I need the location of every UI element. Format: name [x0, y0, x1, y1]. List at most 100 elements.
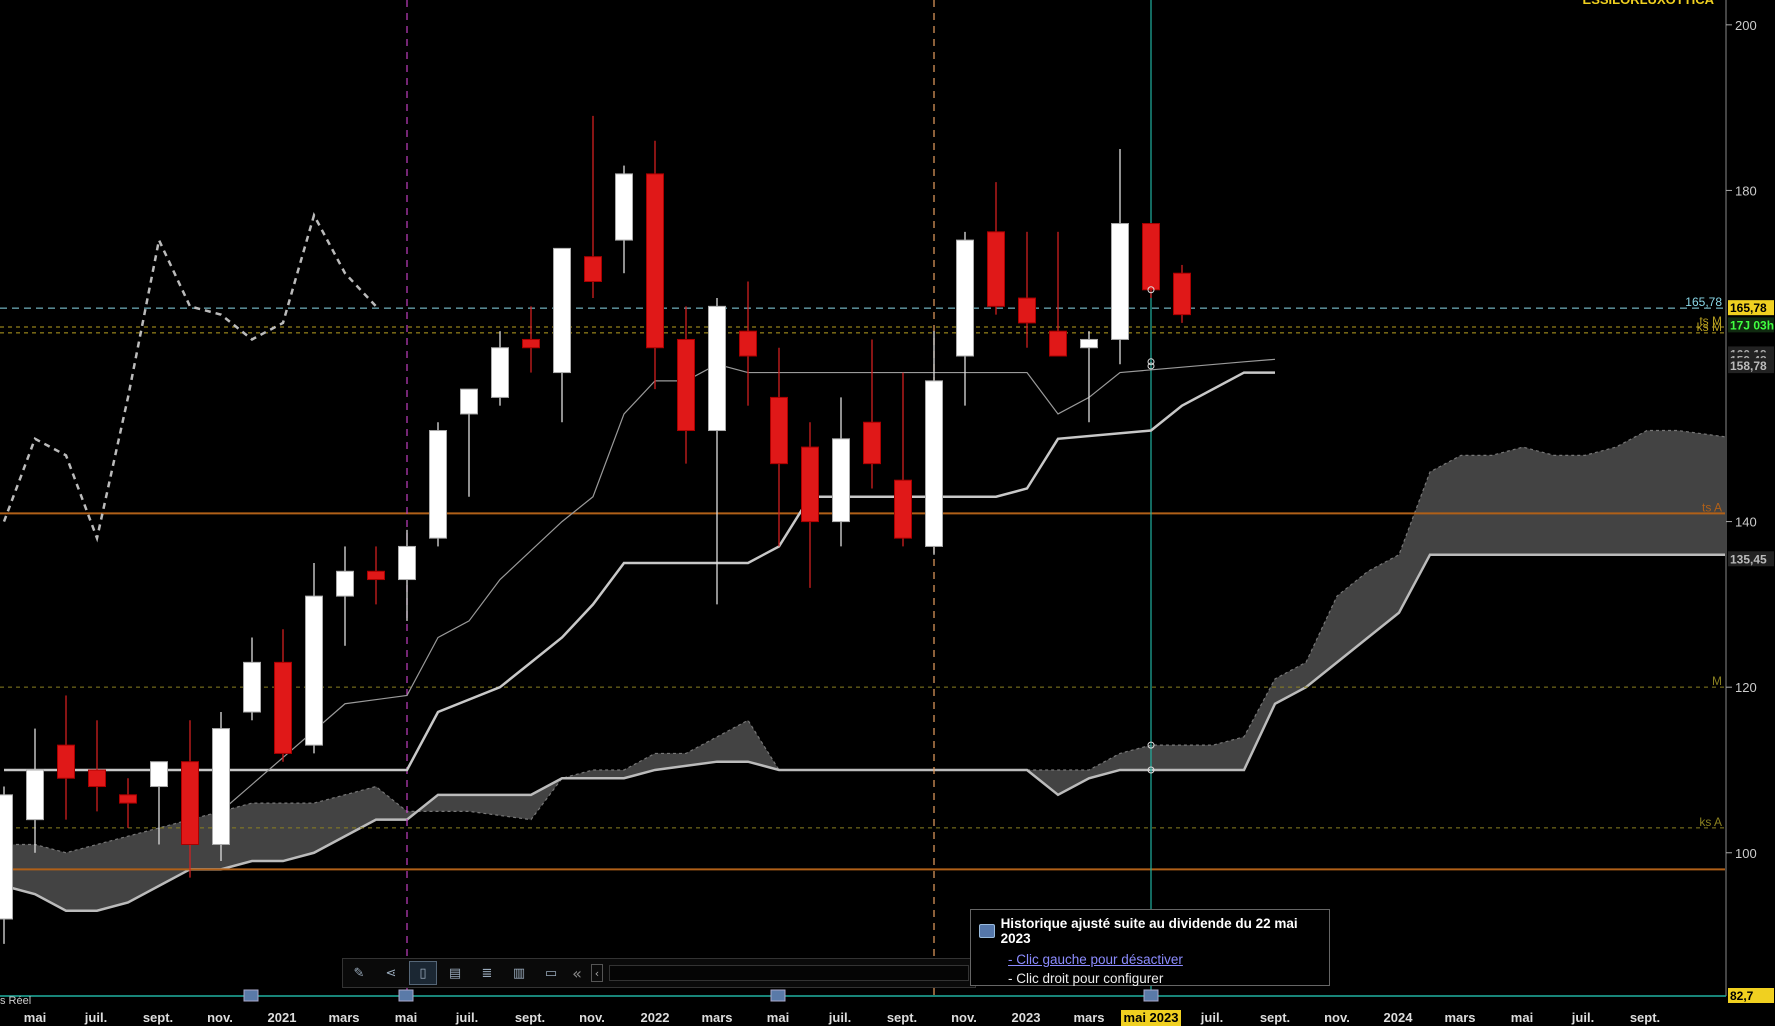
y-tick-label: 140 — [1735, 515, 1757, 530]
candle-body — [429, 430, 447, 539]
x-tick-label: juil. — [84, 1010, 107, 1025]
disable-link[interactable]: - Clic gauche pour désactiver — [1008, 952, 1321, 967]
y-tick-label: 200 — [1735, 18, 1757, 33]
candle-body — [243, 661, 261, 713]
y-tick-label: 120 — [1735, 680, 1757, 695]
x-tick-label: mai — [395, 1010, 417, 1025]
candle-body — [88, 769, 106, 788]
candle-body — [367, 570, 385, 581]
y-tick-label: 180 — [1735, 183, 1757, 198]
candle-body — [863, 421, 881, 465]
y-tick-label: 100 — [1735, 846, 1757, 861]
x-tick-label: 2021 — [268, 1010, 297, 1025]
tooltip-title: Historique ajusté suite au dividende du … — [1000, 916, 1298, 946]
candle-body — [801, 446, 819, 523]
scroll-track[interactable] — [609, 965, 969, 981]
candle-body — [0, 794, 13, 920]
candle-body — [1080, 338, 1098, 349]
window-icon[interactable]: ▭ — [537, 961, 565, 985]
draw-tool-icon[interactable]: ✎ — [345, 961, 373, 985]
candle-body — [491, 347, 509, 398]
x-tick-label: mars — [328, 1010, 359, 1025]
chart-title: ESSILORLUXOTTICA — [1583, 0, 1715, 7]
hline-label: 165,78 — [1685, 295, 1722, 309]
price-label: 165,78 — [1730, 301, 1767, 315]
x-tick-label: mars — [1444, 1010, 1475, 1025]
candle-body — [1049, 330, 1067, 357]
x-tick-label: sept. — [143, 1010, 173, 1025]
x-tick-label: mai — [767, 1010, 789, 1025]
candle-body — [57, 744, 75, 779]
hline-label: ts A — [1702, 500, 1722, 514]
scroll-left-icon[interactable]: « — [567, 964, 587, 983]
kijun-sen — [4, 371, 1275, 772]
candle-body — [956, 239, 974, 357]
candle-body — [26, 769, 44, 821]
price-label: 135,45 — [1730, 552, 1767, 566]
axis-event-icon — [1143, 989, 1159, 1002]
scroll-prev-button[interactable]: ‹ — [591, 964, 603, 982]
candle-body — [181, 761, 199, 845]
configure-hint: - Clic droit pour configurer — [1008, 971, 1164, 986]
price-label: 82,7 — [1730, 989, 1754, 1003]
candle-body — [150, 761, 168, 788]
dividend-tooltip: Historique ajusté suite au dividende du … — [970, 909, 1330, 986]
hline-label: ks A — [1699, 815, 1722, 829]
x-tick-label: juil. — [1200, 1010, 1223, 1025]
x-tick-label: sept. — [1260, 1010, 1290, 1025]
candle-body — [615, 173, 633, 241]
x-tick-label: 2024 — [1384, 1010, 1414, 1025]
candle-body — [646, 173, 664, 349]
candle-body — [584, 256, 602, 282]
candle-body — [987, 231, 1005, 307]
x-tick-label: nov. — [1324, 1010, 1350, 1025]
price-label: 158,78 — [1730, 359, 1767, 373]
x-tick-label: nov. — [579, 1010, 605, 1025]
candle-body — [336, 570, 354, 597]
x-tick-label: mars — [1073, 1010, 1104, 1025]
ichimoku-cloud — [4, 430, 1725, 911]
candle-body — [119, 794, 137, 804]
candle-body — [305, 595, 323, 746]
indicator-icon[interactable]: ▥ — [505, 961, 533, 985]
ichimoku-chart[interactable]: 165,78ts Mks Mts AMks A10012014018020016… — [0, 0, 1775, 1026]
chart-toolbar: ✎ ⋖ ▯ ▤ ≣ ▥ ▭ « ‹ — [342, 958, 976, 988]
real-time-label: s Réel — [0, 995, 31, 1007]
hline-label: M — [1712, 674, 1722, 688]
axis-event-icon — [398, 989, 414, 1002]
candle-body — [1018, 297, 1036, 324]
candle-body — [925, 380, 943, 547]
candle-body — [1111, 223, 1129, 340]
layout-icon[interactable]: ▯ — [409, 961, 437, 985]
candle-body — [553, 247, 571, 374]
x-tick-label: juil. — [828, 1010, 851, 1025]
calendar-icon — [979, 924, 995, 938]
price-axis — [1726, 0, 1775, 1026]
chikou-span — [2, 211, 377, 543]
x-tick-label: juil. — [1571, 1010, 1594, 1025]
x-tick-label: juil. — [455, 1010, 478, 1025]
chat-icon[interactable]: ▤ — [441, 961, 469, 985]
candle-body — [894, 479, 912, 539]
hline-label: ks M — [1697, 320, 1722, 334]
candle-body — [398, 545, 416, 581]
candle-body — [274, 661, 292, 754]
candle-body — [1142, 223, 1160, 291]
x-tick-label: 2022 — [641, 1010, 670, 1025]
x-tick-label: nov. — [951, 1010, 977, 1025]
list-icon[interactable]: ≣ — [473, 961, 501, 985]
candle-body — [739, 330, 757, 357]
x-tick-label: nov. — [207, 1010, 233, 1025]
x-tick-label: sept. — [1630, 1010, 1660, 1025]
candle-body — [522, 338, 540, 349]
share-icon[interactable]: ⋖ — [377, 961, 405, 985]
axis-event-icon — [243, 989, 259, 1002]
axis-event-icon — [770, 989, 786, 1002]
candle-body — [677, 338, 695, 432]
x-tick-label: mai 2023 — [1124, 1010, 1179, 1025]
candle-body — [1173, 272, 1191, 316]
x-tick-label: mai — [1511, 1010, 1533, 1025]
x-tick-label: mai — [24, 1010, 46, 1025]
x-tick-label: 2023 — [1012, 1010, 1041, 1025]
candle-body — [708, 305, 726, 432]
